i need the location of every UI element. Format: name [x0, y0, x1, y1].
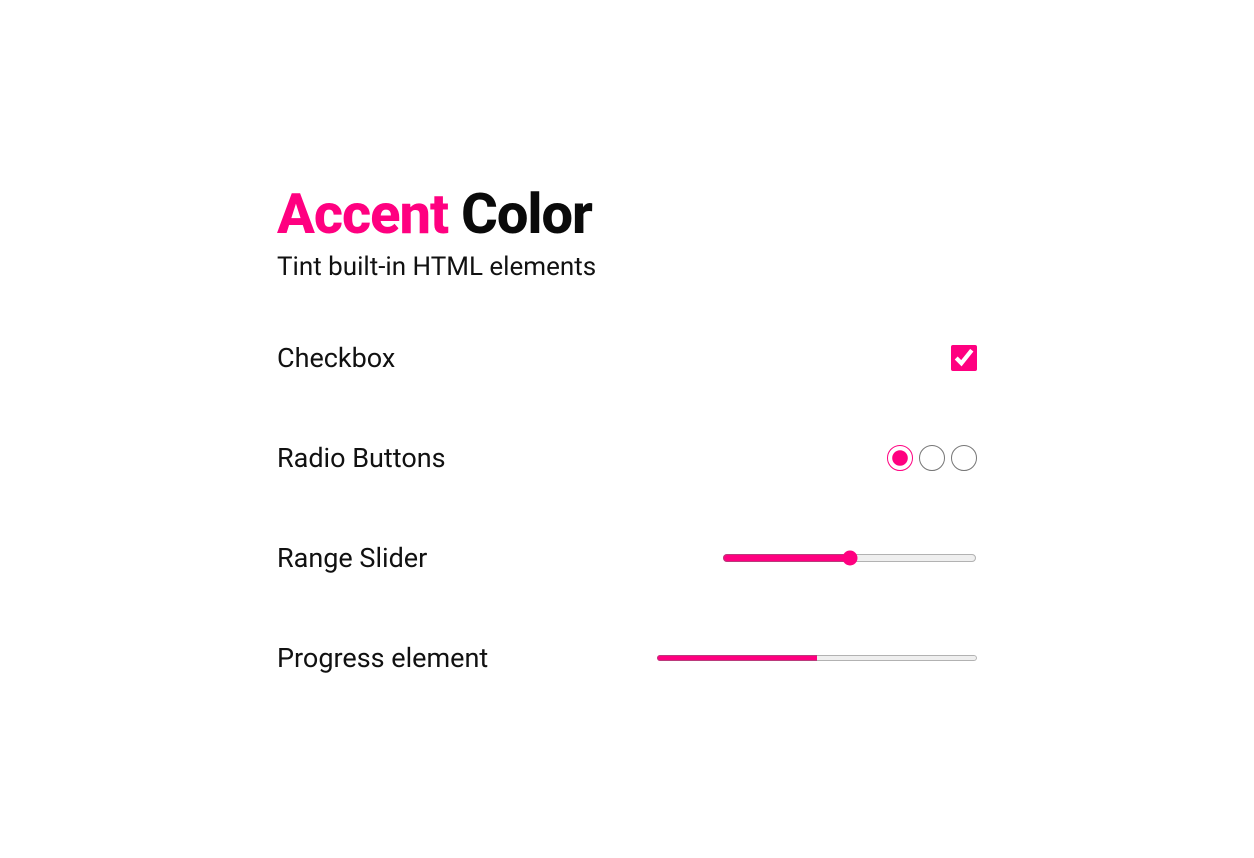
progress-label: Progress element: [277, 642, 488, 674]
title-accent-word: Accent: [277, 181, 448, 247]
radio-controls: [887, 445, 977, 471]
range-label: Range Slider: [277, 542, 427, 574]
radio-option-2[interactable]: [919, 445, 945, 471]
progress-row: Progress element: [277, 642, 977, 674]
demo-container: Accent Color Tint built-in HTML elements…: [277, 184, 977, 674]
progress-controls: [657, 652, 977, 664]
checkbox-input[interactable]: [951, 345, 977, 371]
range-controls: [722, 546, 977, 570]
radio-option-3[interactable]: [951, 445, 977, 471]
radio-option-1[interactable]: [887, 445, 913, 471]
checkbox-row: Checkbox: [277, 342, 977, 374]
radio-label: Radio Buttons: [277, 442, 446, 474]
range-row: Range Slider: [277, 542, 977, 574]
range-input[interactable]: [722, 546, 977, 570]
page-subtitle: Tint built-in HTML elements: [277, 252, 977, 282]
checkbox-label: Checkbox: [277, 342, 395, 374]
title-rest: Color: [448, 181, 592, 247]
page-title: Accent Color: [277, 184, 977, 246]
radio-row: Radio Buttons: [277, 442, 977, 474]
checkbox-controls: [951, 345, 977, 371]
progress-bar: [657, 652, 977, 664]
